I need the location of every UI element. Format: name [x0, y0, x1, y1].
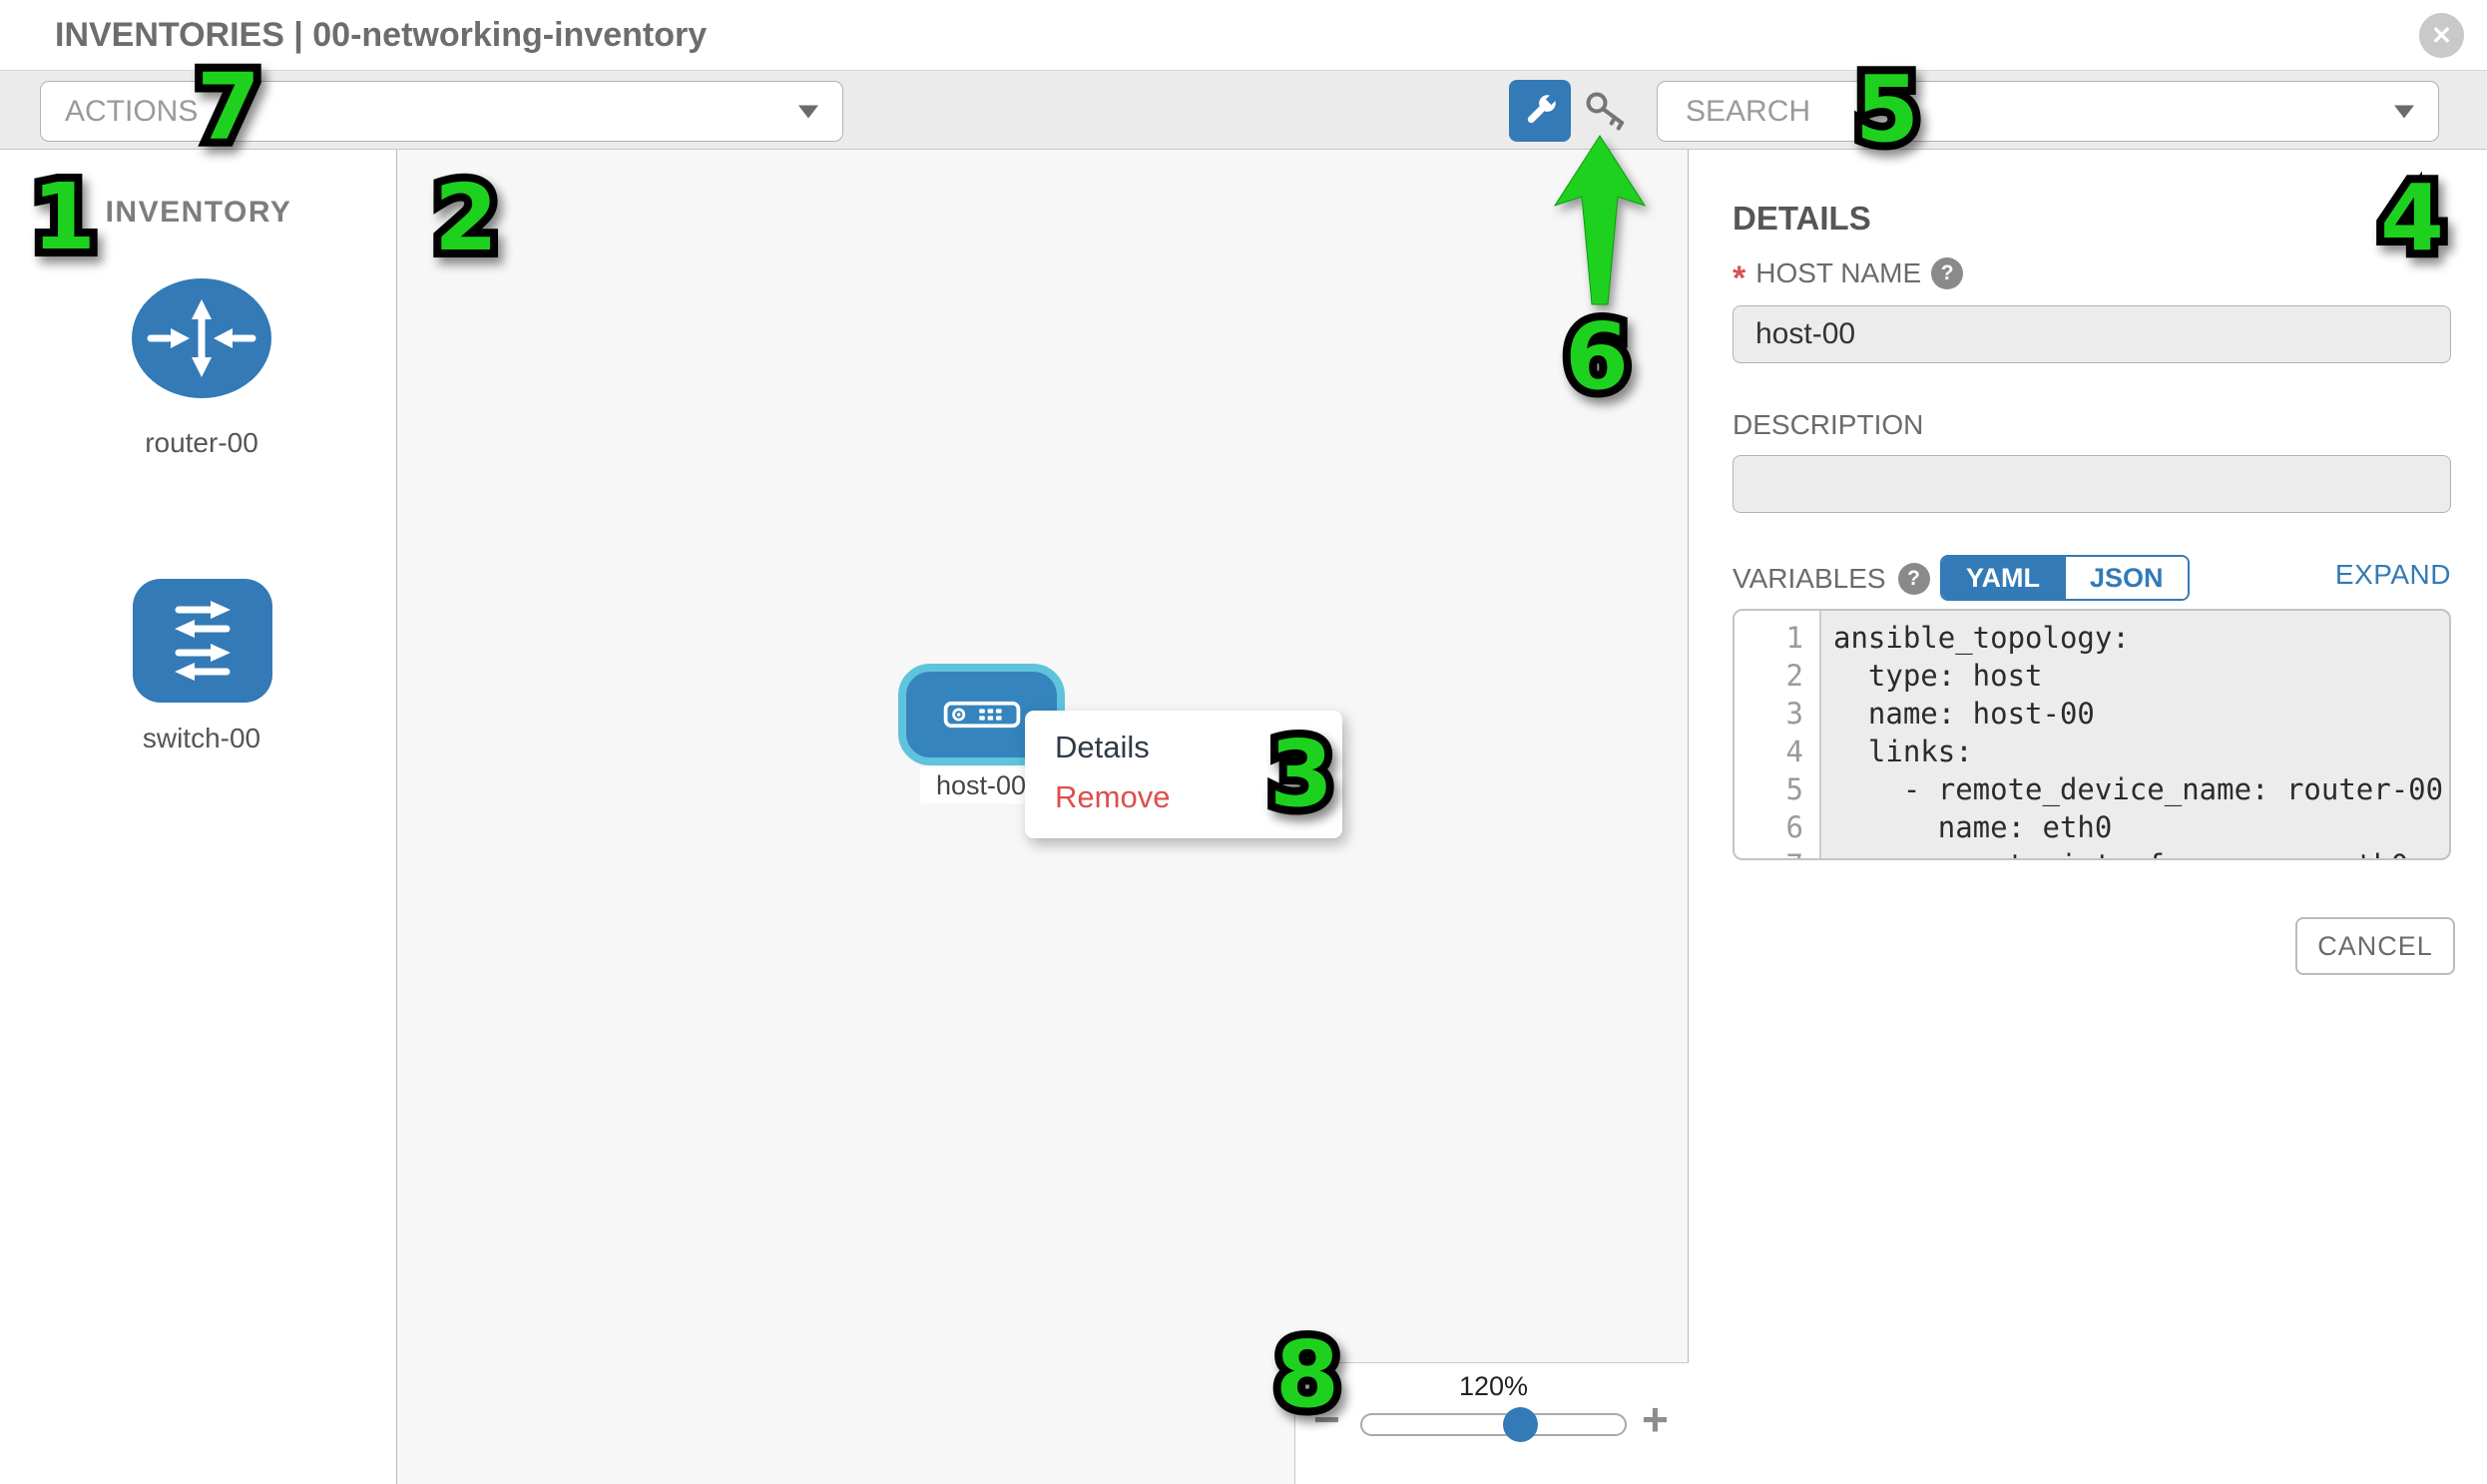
- required-asterisk: *: [1733, 268, 1745, 288]
- cancel-button[interactable]: CANCEL: [2295, 917, 2455, 975]
- editor-line: 6 name: eth0: [1735, 808, 2449, 846]
- switch-icon: [133, 579, 272, 703]
- search-dropdown-label: SEARCH: [1686, 95, 1810, 129]
- line-number: 4: [1735, 733, 1819, 770]
- line-code: remote_interface_name: eth0: [1819, 846, 2408, 860]
- editor-lines: 1 ansible_topology: 2 type: host 3 name:…: [1735, 619, 2449, 860]
- close-icon[interactable]: ✕: [2419, 13, 2464, 58]
- variables-field-row: VARIABLES ?: [1733, 559, 1930, 599]
- editor-line: 1 ansible_topology:: [1735, 619, 2449, 657]
- help-icon[interactable]: ?: [1898, 563, 1930, 595]
- line-code: name: host-00: [1819, 695, 2095, 733]
- expand-link[interactable]: EXPAND: [2251, 559, 2451, 591]
- zoom-level-value: 120%: [1360, 1371, 1627, 1402]
- sidebar-title: INVENTORY: [0, 196, 397, 230]
- host-node-label: host-00: [920, 767, 1042, 803]
- line-code: name: eth0: [1819, 808, 2112, 846]
- zoom-slider-track[interactable]: [1360, 1413, 1627, 1436]
- node-context-menu: Details Remove: [1025, 711, 1342, 838]
- host-server-icon: [942, 701, 1022, 729]
- editor-line: 2 type: host: [1735, 657, 2449, 695]
- menu-item-remove[interactable]: Remove: [1055, 772, 1170, 822]
- host-name-label: HOST NAME: [1755, 257, 1921, 289]
- line-code: ansible_topology:: [1819, 619, 2130, 657]
- wrench-icon: [1519, 90, 1561, 132]
- line-number: 7: [1735, 846, 1819, 860]
- actions-dropdown[interactable]: ACTIONS: [40, 81, 843, 142]
- line-code: type: host: [1819, 657, 2043, 695]
- page-title: INVENTORIES | 00-networking-inventory: [55, 0, 707, 70]
- toggle-yaml-active[interactable]: YAML: [1942, 557, 2064, 599]
- line-number: 2: [1735, 657, 1819, 695]
- palette-item-router[interactable]: [131, 277, 272, 404]
- line-number: 3: [1735, 695, 1819, 733]
- line-code: links:: [1819, 733, 1973, 770]
- search-dropdown[interactable]: SEARCH: [1657, 81, 2439, 142]
- chevron-down-icon: [798, 105, 818, 118]
- zoom-in-button[interactable]: +: [1642, 1396, 1669, 1442]
- inventory-topology-window: INVENTORIES | 00-networking-inventory ✕ …: [0, 0, 2487, 1484]
- palette-item-label: router-00: [82, 427, 321, 459]
- toggle-json[interactable]: JSON: [2064, 557, 2188, 599]
- header-bar: INVENTORIES | 00-networking-inventory ✕: [0, 0, 2487, 70]
- help-icon[interactable]: ?: [1931, 257, 1963, 289]
- router-icon: [131, 277, 272, 399]
- editor-line: 4 links:: [1735, 733, 2449, 770]
- host-name-input[interactable]: [1733, 305, 2451, 363]
- variables-format-toggle: YAML JSON: [1940, 555, 2190, 601]
- line-number: 1: [1735, 619, 1819, 657]
- line-number: 5: [1735, 770, 1819, 808]
- host-name-field-row: * HOST NAME ?: [1733, 255, 1963, 291]
- details-panel-title: DETAILS: [1733, 200, 1871, 238]
- line-code: - remote_device_name: router-00: [1819, 770, 2443, 808]
- variables-code-editor[interactable]: 1 ansible_topology: 2 type: host 3 name:…: [1733, 609, 2451, 860]
- editor-line: 5 - remote_device_name: router-00: [1735, 770, 2449, 808]
- key-icon: [1583, 89, 1635, 137]
- key-button[interactable]: [1581, 88, 1637, 138]
- tools-button[interactable]: [1509, 80, 1571, 142]
- palette-item-switch[interactable]: [133, 579, 272, 708]
- zoom-slider-thumb[interactable]: [1503, 1407, 1538, 1442]
- palette-item-label: switch-00: [82, 723, 321, 754]
- line-number: 6: [1735, 808, 1819, 846]
- menu-item-details[interactable]: Details: [1055, 723, 1150, 772]
- zoom-out-button[interactable]: −: [1313, 1396, 1340, 1442]
- variables-label: VARIABLES: [1733, 563, 1886, 595]
- chevron-down-icon: [2394, 105, 2414, 118]
- actions-dropdown-label: ACTIONS: [65, 95, 198, 129]
- description-input[interactable]: [1733, 455, 2451, 513]
- description-label: DESCRIPTION: [1733, 409, 1923, 441]
- editor-line: 3 name: host-00: [1735, 695, 2449, 733]
- editor-line: 7 remote_interface_name: eth0: [1735, 846, 2449, 860]
